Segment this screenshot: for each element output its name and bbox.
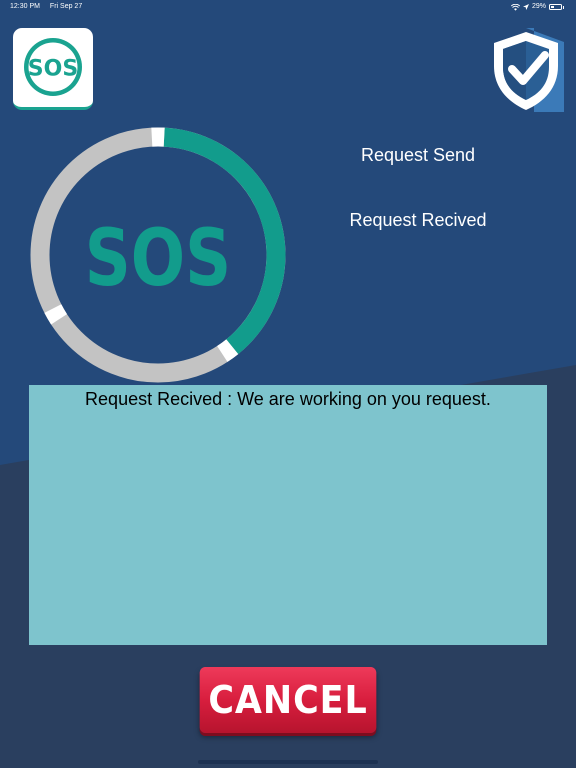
message-panel: Request Recived : We are working on you …: [29, 385, 547, 645]
status-time: 12:30 PM: [10, 3, 40, 10]
location-icon: [522, 4, 529, 10]
wifi-icon: [510, 3, 520, 11]
sos-center-text: SOS: [85, 213, 231, 304]
battery-percent: 29%: [531, 3, 546, 10]
sos-app-icon[interactable]: SOS: [13, 28, 93, 110]
sos-progress-ring: SOS: [30, 127, 286, 383]
home-indicator[interactable]: [198, 760, 378, 764]
message-text: Request Recived : We are working on you …: [85, 389, 491, 409]
battery-tip: [563, 5, 564, 9]
progress-marker-right: [217, 339, 239, 362]
step-request-received: Request Recived: [349, 210, 487, 230]
sos-badge-icon: SOS: [24, 38, 82, 96]
battery-icon: [549, 4, 562, 10]
sos-badge-text: SOS: [28, 57, 78, 82]
progress-marker-left: [44, 304, 68, 325]
shield-check-icon[interactable]: [488, 28, 564, 112]
step-request-send: Request Send: [360, 145, 476, 165]
status-date: Fri Sep 27: [49, 3, 83, 10]
battery-level: [551, 6, 554, 8]
cancel-button[interactable]: CANCEL: [199, 667, 377, 733]
status-bar: 12:30 PM Fri Sep 27 29%: [0, 0, 576, 14]
